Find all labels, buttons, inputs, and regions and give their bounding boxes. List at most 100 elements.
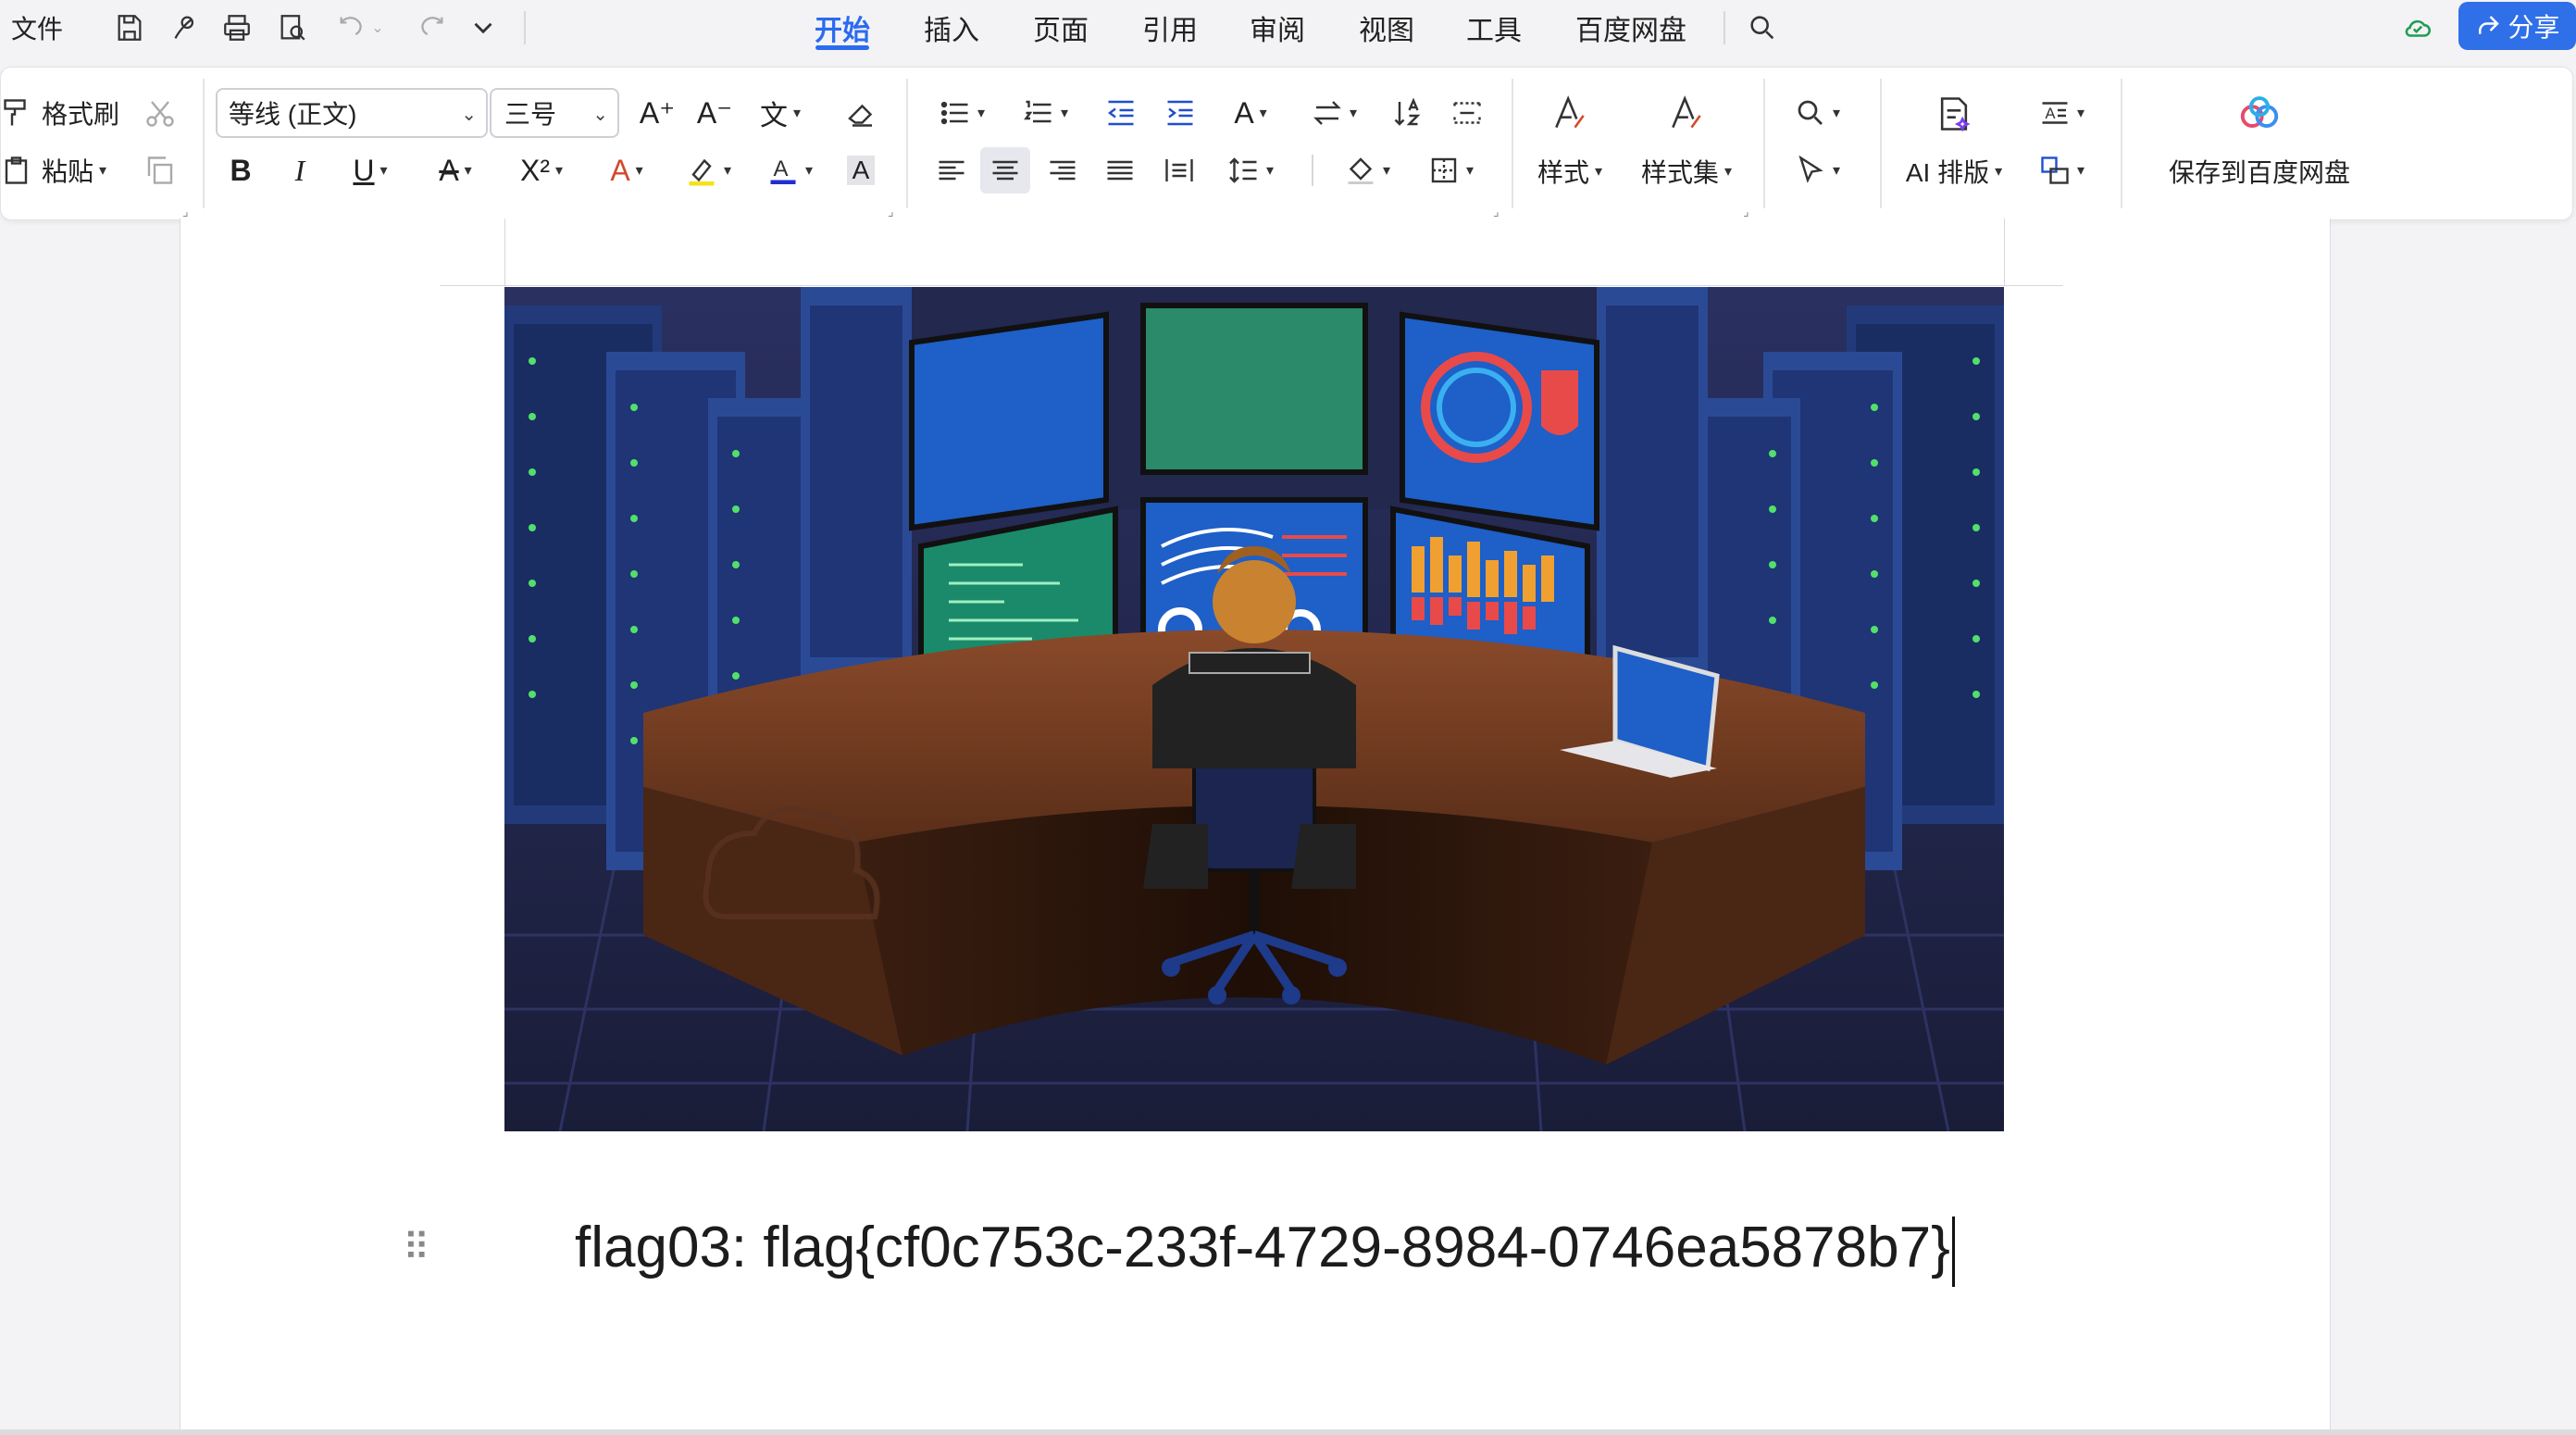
text-direction-button[interactable]: A ▾	[1219, 90, 1282, 136]
bullet-list-icon	[940, 101, 968, 125]
ai-layout-icon-wrapper[interactable]	[1898, 86, 2010, 142]
borders-button[interactable]: ▾	[1417, 147, 1484, 193]
tab-review[interactable]: 审阅	[1238, 0, 1316, 56]
show-marks-button[interactable]	[1445, 90, 1489, 136]
paste-button[interactable]: 粘贴 ▾	[1, 147, 106, 193]
undo-dropdown-icon[interactable]: ⌄	[368, 0, 387, 56]
style-set-button[interactable]: 样式集 ▾	[1632, 151, 1741, 192]
chevron-down-icon: ▾	[1832, 163, 1841, 179]
save-icon[interactable]	[109, 0, 150, 56]
save-to-baidu-label: 保存到百度网盘	[2168, 158, 2350, 187]
paragraph-layout-button[interactable]: A ▾	[2028, 90, 2095, 136]
margin-marker	[2004, 218, 2005, 285]
chevron-down-icon: ⌄	[461, 105, 477, 125]
highlight-button[interactable]: ▾	[675, 147, 741, 193]
tab-home[interactable]: 开始	[803, 0, 881, 56]
tab-baidu-netdisk[interactable]: 百度网盘	[1568, 0, 1694, 56]
paragraph-flag-text[interactable]: flag03: flag{cf0c753c-233f-4729-8984-074…	[575, 1211, 1955, 1287]
decrease-indent-button[interactable]	[1099, 90, 1143, 136]
tab-references[interactable]: 引用	[1131, 0, 1209, 56]
select-button[interactable]: ▾	[1784, 147, 1850, 193]
align-left-button[interactable]	[930, 147, 973, 193]
increase-indent-button[interactable]	[1158, 90, 1202, 136]
file-menu[interactable]: 文件	[0, 0, 74, 56]
distribute-button[interactable]	[1158, 147, 1201, 193]
chevron-down-icon: ▾	[723, 163, 732, 179]
group-launcher-icon[interactable]: ⌟	[888, 205, 901, 218]
style-button[interactable]: 样式 ▾	[1532, 151, 1608, 192]
chevron-down-icon: ▾	[792, 106, 802, 121]
divider	[203, 79, 205, 208]
bullet-list-button[interactable]: ▾	[930, 90, 993, 136]
style-set-icon-wrapper[interactable]	[1632, 86, 1741, 142]
character-shading-button[interactable]: A	[840, 147, 882, 193]
copy-button[interactable]	[140, 147, 180, 193]
font-color-button[interactable]: A ▾	[756, 147, 823, 193]
bold-icon: B	[230, 153, 252, 187]
print-preview-icon[interactable]	[272, 0, 313, 56]
tab-view[interactable]: 视图	[1348, 0, 1425, 56]
phonetic-guide-button[interactable]: 文 ▾	[753, 90, 808, 136]
strikethrough-icon: A	[439, 153, 459, 187]
tab-page[interactable]: 页面	[1022, 0, 1100, 56]
italic-button[interactable]: I	[279, 147, 321, 193]
undo-icon[interactable]	[331, 0, 372, 56]
outdent-icon	[1108, 100, 1134, 126]
bold-button[interactable]: B	[219, 147, 262, 193]
increase-font-button[interactable]: A⁺	[636, 90, 678, 136]
group-launcher-icon[interactable]: ⌟	[1493, 205, 1506, 218]
print-icon[interactable]	[217, 0, 257, 56]
export-pdf-icon[interactable]	[163, 0, 204, 56]
sort-az-button[interactable]	[1386, 90, 1430, 136]
customize-toolbar-icon[interactable]	[463, 0, 504, 56]
redo-icon[interactable]	[411, 0, 452, 56]
group-launcher-icon[interactable]: ⌟	[182, 205, 195, 218]
decrease-font-button[interactable]: A⁻	[693, 90, 736, 136]
font-name-select[interactable]: 等线 (正文) ⌄	[216, 88, 488, 138]
divider	[524, 11, 526, 44]
sort-button[interactable]: ▾	[1302, 90, 1365, 136]
chevron-down-icon: ▾	[99, 163, 107, 179]
shading-button[interactable]: ▾	[1334, 147, 1400, 193]
chevron-down-icon: ▾	[1349, 106, 1358, 121]
paint-bucket-icon	[1348, 157, 1374, 184]
copy-icon	[147, 156, 173, 184]
line-spacing-button[interactable]: ▾	[1219, 147, 1282, 193]
justify-button[interactable]	[1099, 147, 1141, 193]
shapes-button[interactable]: ▾	[2028, 147, 2095, 193]
chevron-down-icon: ▾	[977, 106, 986, 121]
numbered-list-button[interactable]: ▾	[1014, 90, 1076, 136]
operator-desk-illustration	[504, 287, 2004, 1131]
search-icon[interactable]	[1742, 0, 1783, 56]
text-effect-button[interactable]: A ▾	[593, 147, 660, 193]
ai-layout-button[interactable]: AI 排版 ▾	[1898, 151, 2010, 192]
strikethrough-button[interactable]: A ▾	[423, 147, 488, 193]
search-icon	[1798, 100, 1823, 125]
tab-tools[interactable]: 工具	[1455, 0, 1533, 56]
format-painter-label: 格式刷	[42, 100, 120, 129]
clear-format-button[interactable]	[840, 90, 882, 136]
document-image[interactable]	[504, 287, 2004, 1131]
font-grow-icon: A⁺	[639, 96, 676, 130]
format-painter-button[interactable]: 格式刷	[1, 90, 119, 136]
cloud-sync-icon[interactable]	[2397, 0, 2438, 56]
tab-insert[interactable]: 插入	[913, 0, 990, 56]
underline-button[interactable]: U ▾	[338, 147, 403, 193]
cut-button[interactable]	[140, 90, 180, 136]
save-to-baidu-button[interactable]: 保存到百度网盘	[2148, 151, 2371, 192]
share-button[interactable]: 分享	[2458, 2, 2576, 50]
paragraph-drag-handle[interactable]: ⠿	[403, 1228, 430, 1268]
font-size-select[interactable]: 三号 ⌄	[490, 88, 619, 138]
align-center-button[interactable]	[980, 147, 1030, 193]
group-launcher-icon[interactable]: ⌟	[1743, 205, 1756, 218]
baidu-netdisk-icon-wrapper[interactable]	[2167, 86, 2352, 142]
chevron-down-icon: ▾	[804, 163, 814, 179]
highlighter-icon	[689, 158, 715, 186]
find-button[interactable]: ▾	[1784, 90, 1850, 136]
superscript-button[interactable]: X² ▾	[508, 147, 575, 193]
style-icon-wrapper[interactable]	[1532, 86, 1608, 142]
font-name-value: 等线 (正文)	[229, 100, 357, 129]
align-right-button[interactable]	[1041, 147, 1084, 193]
divider	[906, 79, 908, 208]
document-page[interactable]: ⠿ flag03: flag{cf0c753c-233f-4729-8984-0…	[180, 218, 2331, 1435]
